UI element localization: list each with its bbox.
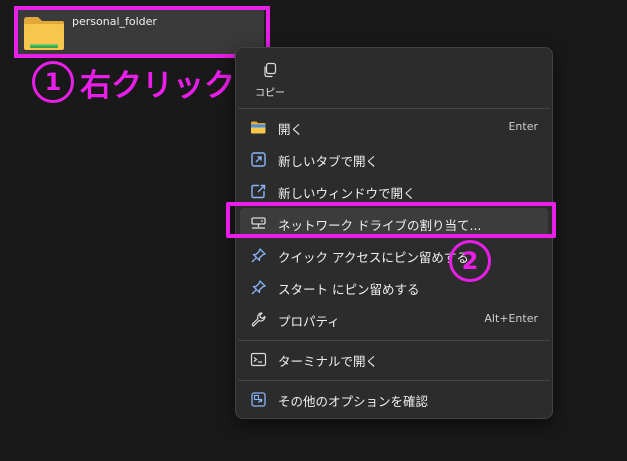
menu-item-label: スタート にピン留めする xyxy=(278,282,420,297)
step2-number: 2 xyxy=(449,240,491,282)
menu-item-open-new-tab[interactable]: 新しいタブで開く xyxy=(240,144,548,174)
network-drive-icon xyxy=(251,217,266,229)
menu-item-label: ネットワーク ドライブの割り当て... xyxy=(278,218,482,233)
copy-label: コピー xyxy=(255,88,285,99)
menu-item-pin-quick-access[interactable]: クイック アクセスにピン留めする xyxy=(240,240,548,270)
folder-item[interactable]: personal_folder xyxy=(18,10,266,54)
new-tab-icon xyxy=(251,152,266,167)
desktop: personal_folder 1 右クリック コピー 開く Enter 新しい… xyxy=(0,0,627,461)
menu-item-label: クイック アクセスにピン留めする xyxy=(278,250,469,265)
menu-item-label: プロパティ xyxy=(278,314,340,329)
step1-text: 右クリック xyxy=(80,67,235,104)
copy-button[interactable]: コピー xyxy=(248,58,292,99)
menu-item-open-new-window[interactable]: 新しいウィンドウで開く xyxy=(240,176,548,206)
menu-item-shortcut: Alt+Enter xyxy=(484,312,538,325)
menu-separator xyxy=(238,108,550,109)
pin-icon xyxy=(251,248,266,263)
new-window-icon xyxy=(251,184,266,199)
menu-item-label: その他のオプションを確認 xyxy=(278,394,429,409)
menu-item-open[interactable]: 開く Enter xyxy=(240,112,548,142)
menu-item-label: 開く xyxy=(278,122,304,137)
menu-item-shortcut: Enter xyxy=(508,120,538,133)
wrench-icon xyxy=(251,312,266,327)
step1-number: 1 xyxy=(32,61,74,103)
menu-item-label: ターミナルで開く xyxy=(278,354,379,369)
menu-item-open-terminal[interactable]: ターミナルで開く xyxy=(240,344,548,374)
menu-item-more-options[interactable]: その他のオプションを確認 xyxy=(240,384,548,414)
menu-item-properties[interactable]: プロパティ Alt+Enter xyxy=(240,304,548,334)
menu-item-label: 新しいウィンドウで開く xyxy=(278,186,416,201)
menu-separator xyxy=(238,340,550,341)
copy-icon xyxy=(264,62,277,78)
context-menu: コピー 開く Enter 新しいタブで開く 新しいウィンドウで開く ネットワーク… xyxy=(235,47,553,419)
more-options-icon xyxy=(251,392,266,407)
folder-icon xyxy=(24,17,64,50)
folder-icon xyxy=(251,121,266,134)
menu-item-pin-start[interactable]: スタート にピン留めする xyxy=(240,272,548,302)
step1-annotation: 1 右クリック xyxy=(32,60,235,104)
pin-icon xyxy=(251,280,266,295)
folder-name: personal_folder xyxy=(72,15,157,28)
terminal-icon xyxy=(250,352,267,367)
folder-tile-highlight: personal_folder xyxy=(14,6,270,58)
step2-annotation: 2 xyxy=(449,240,491,282)
menu-item-map-network-drive[interactable]: ネットワーク ドライブの割り当て... xyxy=(240,208,548,238)
menu-separator xyxy=(238,380,550,381)
menu-item-label: 新しいタブで開く xyxy=(278,154,379,169)
